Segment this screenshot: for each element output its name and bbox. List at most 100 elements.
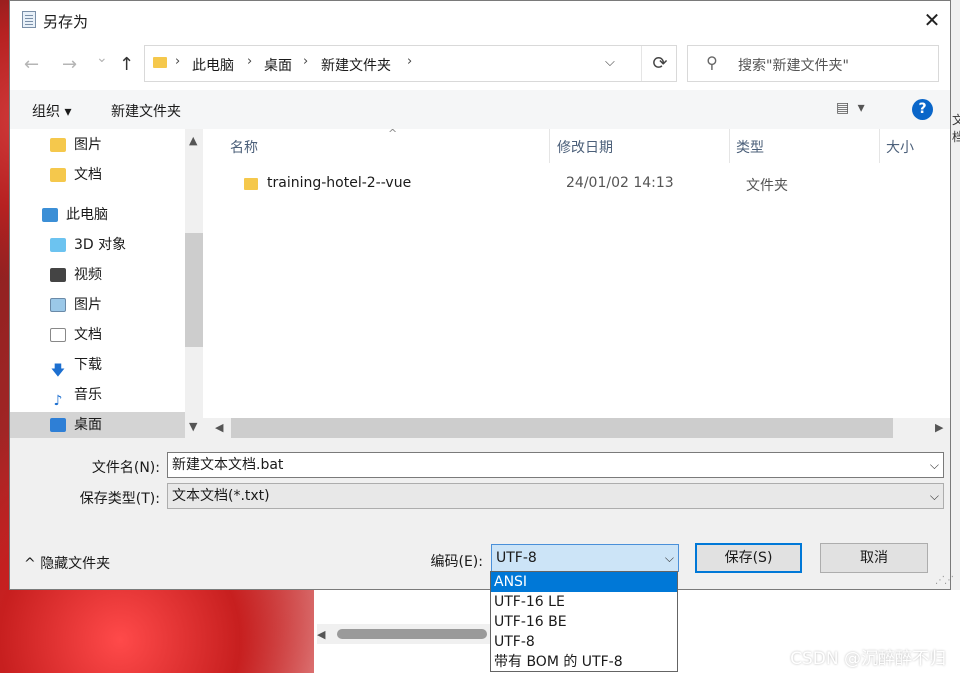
resize-grip-icon[interactable]: ⋰⋰ <box>935 575 954 586</box>
sidebar-item-label: 图片 <box>74 297 102 313</box>
save-button[interactable]: 保存(S) <box>695 543 802 573</box>
column-header-name[interactable]: 名称 <box>230 137 258 157</box>
save-as-dialog: 另存为 ✕ ← → ⌄ ↑ › 此电脑 › 桌面 › 新建文件夹 › ⌵ ⟳ ⚲… <box>9 0 954 590</box>
sidebar-item-this-pc[interactable]: 此电脑 <box>42 202 108 228</box>
file-type: 文件夹 <box>746 178 788 194</box>
sidebar-item-label: 桌面 <box>74 417 102 433</box>
encoding-value: UTF-8 <box>496 550 537 566</box>
help-icon[interactable]: ? <box>912 99 933 120</box>
background-scrollbar-thumb <box>337 629 487 639</box>
cancel-button[interactable]: 取消 <box>820 543 928 573</box>
desktop-icon <box>50 418 66 432</box>
folder-icon <box>50 168 66 182</box>
sidebar-item-label: 图片 <box>74 137 102 153</box>
breadcrumb-desktop[interactable]: 桌面 <box>264 55 292 75</box>
close-button[interactable]: ✕ <box>919 7 945 33</box>
chevron-right-icon[interactable]: › <box>175 54 180 69</box>
breadcrumb-this-pc[interactable]: 此电脑 <box>192 55 234 75</box>
chevron-up-icon: ^ <box>24 556 36 572</box>
pictures-icon <box>50 298 66 312</box>
filename-value: 新建文本文档.bat <box>172 457 284 473</box>
new-folder-button[interactable]: 新建文件夹 <box>111 101 181 121</box>
background-window-edge <box>951 0 960 673</box>
sidebar-item-3d-objects[interactable]: 3D 对象 <box>50 232 126 258</box>
back-button[interactable]: ← <box>24 54 39 75</box>
scroll-down-icon[interactable]: ▼ <box>189 420 197 433</box>
up-button[interactable]: ↑ <box>119 54 134 75</box>
file-row[interactable]: training-hotel-2--vue 24/01/02 14:13 文件夹 <box>230 172 930 196</box>
chevron-right-icon[interactable]: › <box>407 54 412 69</box>
forward-button[interactable]: → <box>62 54 77 75</box>
filetype-select[interactable]: 文本文档(*.txt) ⌵ <box>167 483 944 509</box>
search-placeholder: 搜索"新建文件夹" <box>738 58 849 74</box>
download-icon: 🡇 <box>50 363 66 379</box>
navigation-bar: ← → ⌄ ↑ › 此电脑 › 桌面 › 新建文件夹 › ⌵ ⟳ ⚲ 搜索"新建… <box>10 38 950 90</box>
filename-field[interactable]: 新建文本文档.bat ⌵ <box>167 452 944 478</box>
encoding-option-utf8-bom[interactable]: 带有 BOM 的 UTF-8 <box>491 652 677 672</box>
sidebar-item-music[interactable]: ♪ 音乐 <box>50 382 102 409</box>
notepad-icon <box>22 11 36 28</box>
background-scroll-left-icon: ◀ <box>317 628 326 641</box>
file-date: 24/01/02 14:13 <box>566 175 674 191</box>
recent-locations-button[interactable]: ⌄ <box>96 50 108 66</box>
sidebar-item-videos[interactable]: 视频 <box>50 262 102 288</box>
file-list-scrollbar-thumb[interactable] <box>231 418 893 438</box>
search-box[interactable]: ⚲ 搜索"新建文件夹" <box>687 45 939 82</box>
file-list: ^ 名称 修改日期 类型 大小 training-hotel-2--vue 24… <box>203 127 950 438</box>
breadcrumb-new-folder[interactable]: 新建文件夹 <box>321 55 391 75</box>
title-bar: 另存为 ✕ <box>10 1 950 38</box>
sidebar-item-pictures[interactable]: 图片 <box>50 292 102 318</box>
folder-icon <box>153 57 167 68</box>
organize-button[interactable]: 组织 ▾ <box>32 101 71 121</box>
documents-icon <box>50 328 66 342</box>
encoding-option-ansi[interactable]: ANSI <box>491 572 677 592</box>
scroll-right-icon[interactable]: ▶ <box>935 421 943 434</box>
chevron-down-icon[interactable]: ⌵ <box>665 545 674 571</box>
sidebar-item-desktop[interactable]: 桌面 <box>10 412 185 438</box>
chevron-down-icon[interactable]: ⌵ <box>605 55 615 70</box>
navigation-pane-scrollbar-thumb[interactable] <box>185 233 203 347</box>
chevron-down-icon[interactable]: ⌵ <box>930 453 939 477</box>
column-divider[interactable] <box>549 129 550 163</box>
scroll-up-icon[interactable]: ▲ <box>189 134 197 147</box>
video-icon <box>50 268 66 282</box>
sidebar-item-label: 文档 <box>74 167 102 183</box>
watermark: CSDN @沉醉醉不归 <box>790 649 946 669</box>
column-header-size[interactable]: 大小 <box>886 137 914 157</box>
scroll-left-icon[interactable]: ◀ <box>215 421 223 434</box>
sidebar-item-pictures-quick[interactable]: 图片 <box>50 132 102 158</box>
encoding-label: 编码(E): <box>430 554 484 570</box>
sidebar-item-label: 3D 对象 <box>74 237 127 253</box>
dialog-title: 另存为 <box>43 13 89 31</box>
column-header-date[interactable]: 修改日期 <box>557 137 613 157</box>
sidebar-item-label: 下载 <box>74 357 102 373</box>
encoding-option-utf16le[interactable]: UTF-16 LE <box>491 592 677 612</box>
encoding-option-utf8[interactable]: UTF-8 <box>491 632 677 652</box>
hide-folders-label: 隐藏文件夹 <box>40 556 111 572</box>
address-bar[interactable]: › 此电脑 › 桌面 › 新建文件夹 › ⌵ ⟳ <box>144 45 677 82</box>
encoding-option-utf16be[interactable]: UTF-16 BE <box>491 612 677 632</box>
filetype-value: 文本文档(*.txt) <box>172 488 270 504</box>
hide-folders-toggle[interactable]: ^ 隐藏文件夹 <box>24 553 110 573</box>
column-divider[interactable] <box>879 129 880 163</box>
file-name: training-hotel-2--vue <box>267 175 412 191</box>
refresh-button[interactable]: ⟳ <box>641 46 678 81</box>
view-options-button[interactable]: ▤ ▾ <box>836 100 867 116</box>
chevron-right-icon[interactable]: › <box>247 54 252 69</box>
sidebar-item-label: 音乐 <box>74 387 102 403</box>
sidebar-item-documents-quick[interactable]: 文档 <box>50 162 102 188</box>
computer-icon <box>42 208 58 222</box>
encoding-dropdown-list: ANSI UTF-16 LE UTF-16 BE UTF-8 带有 BOM 的 … <box>490 571 678 672</box>
sidebar-item-downloads[interactable]: 🡇 下载 <box>50 352 102 379</box>
background-window-text: 文档 <box>952 113 960 144</box>
sort-ascending-icon: ^ <box>388 127 398 140</box>
music-icon: ♪ <box>53 393 63 409</box>
command-bar: 组织 ▾ 新建文件夹 ▤ ▾ ? <box>10 90 950 130</box>
filename-label: 文件名(N): <box>91 460 160 476</box>
chevron-down-icon[interactable]: ⌵ <box>930 484 939 508</box>
column-divider[interactable] <box>729 129 730 163</box>
sidebar-item-documents[interactable]: 文档 <box>50 322 102 348</box>
encoding-select[interactable]: UTF-8 ⌵ <box>491 544 679 572</box>
column-header-type[interactable]: 类型 <box>736 137 764 157</box>
chevron-right-icon[interactable]: › <box>303 54 308 69</box>
